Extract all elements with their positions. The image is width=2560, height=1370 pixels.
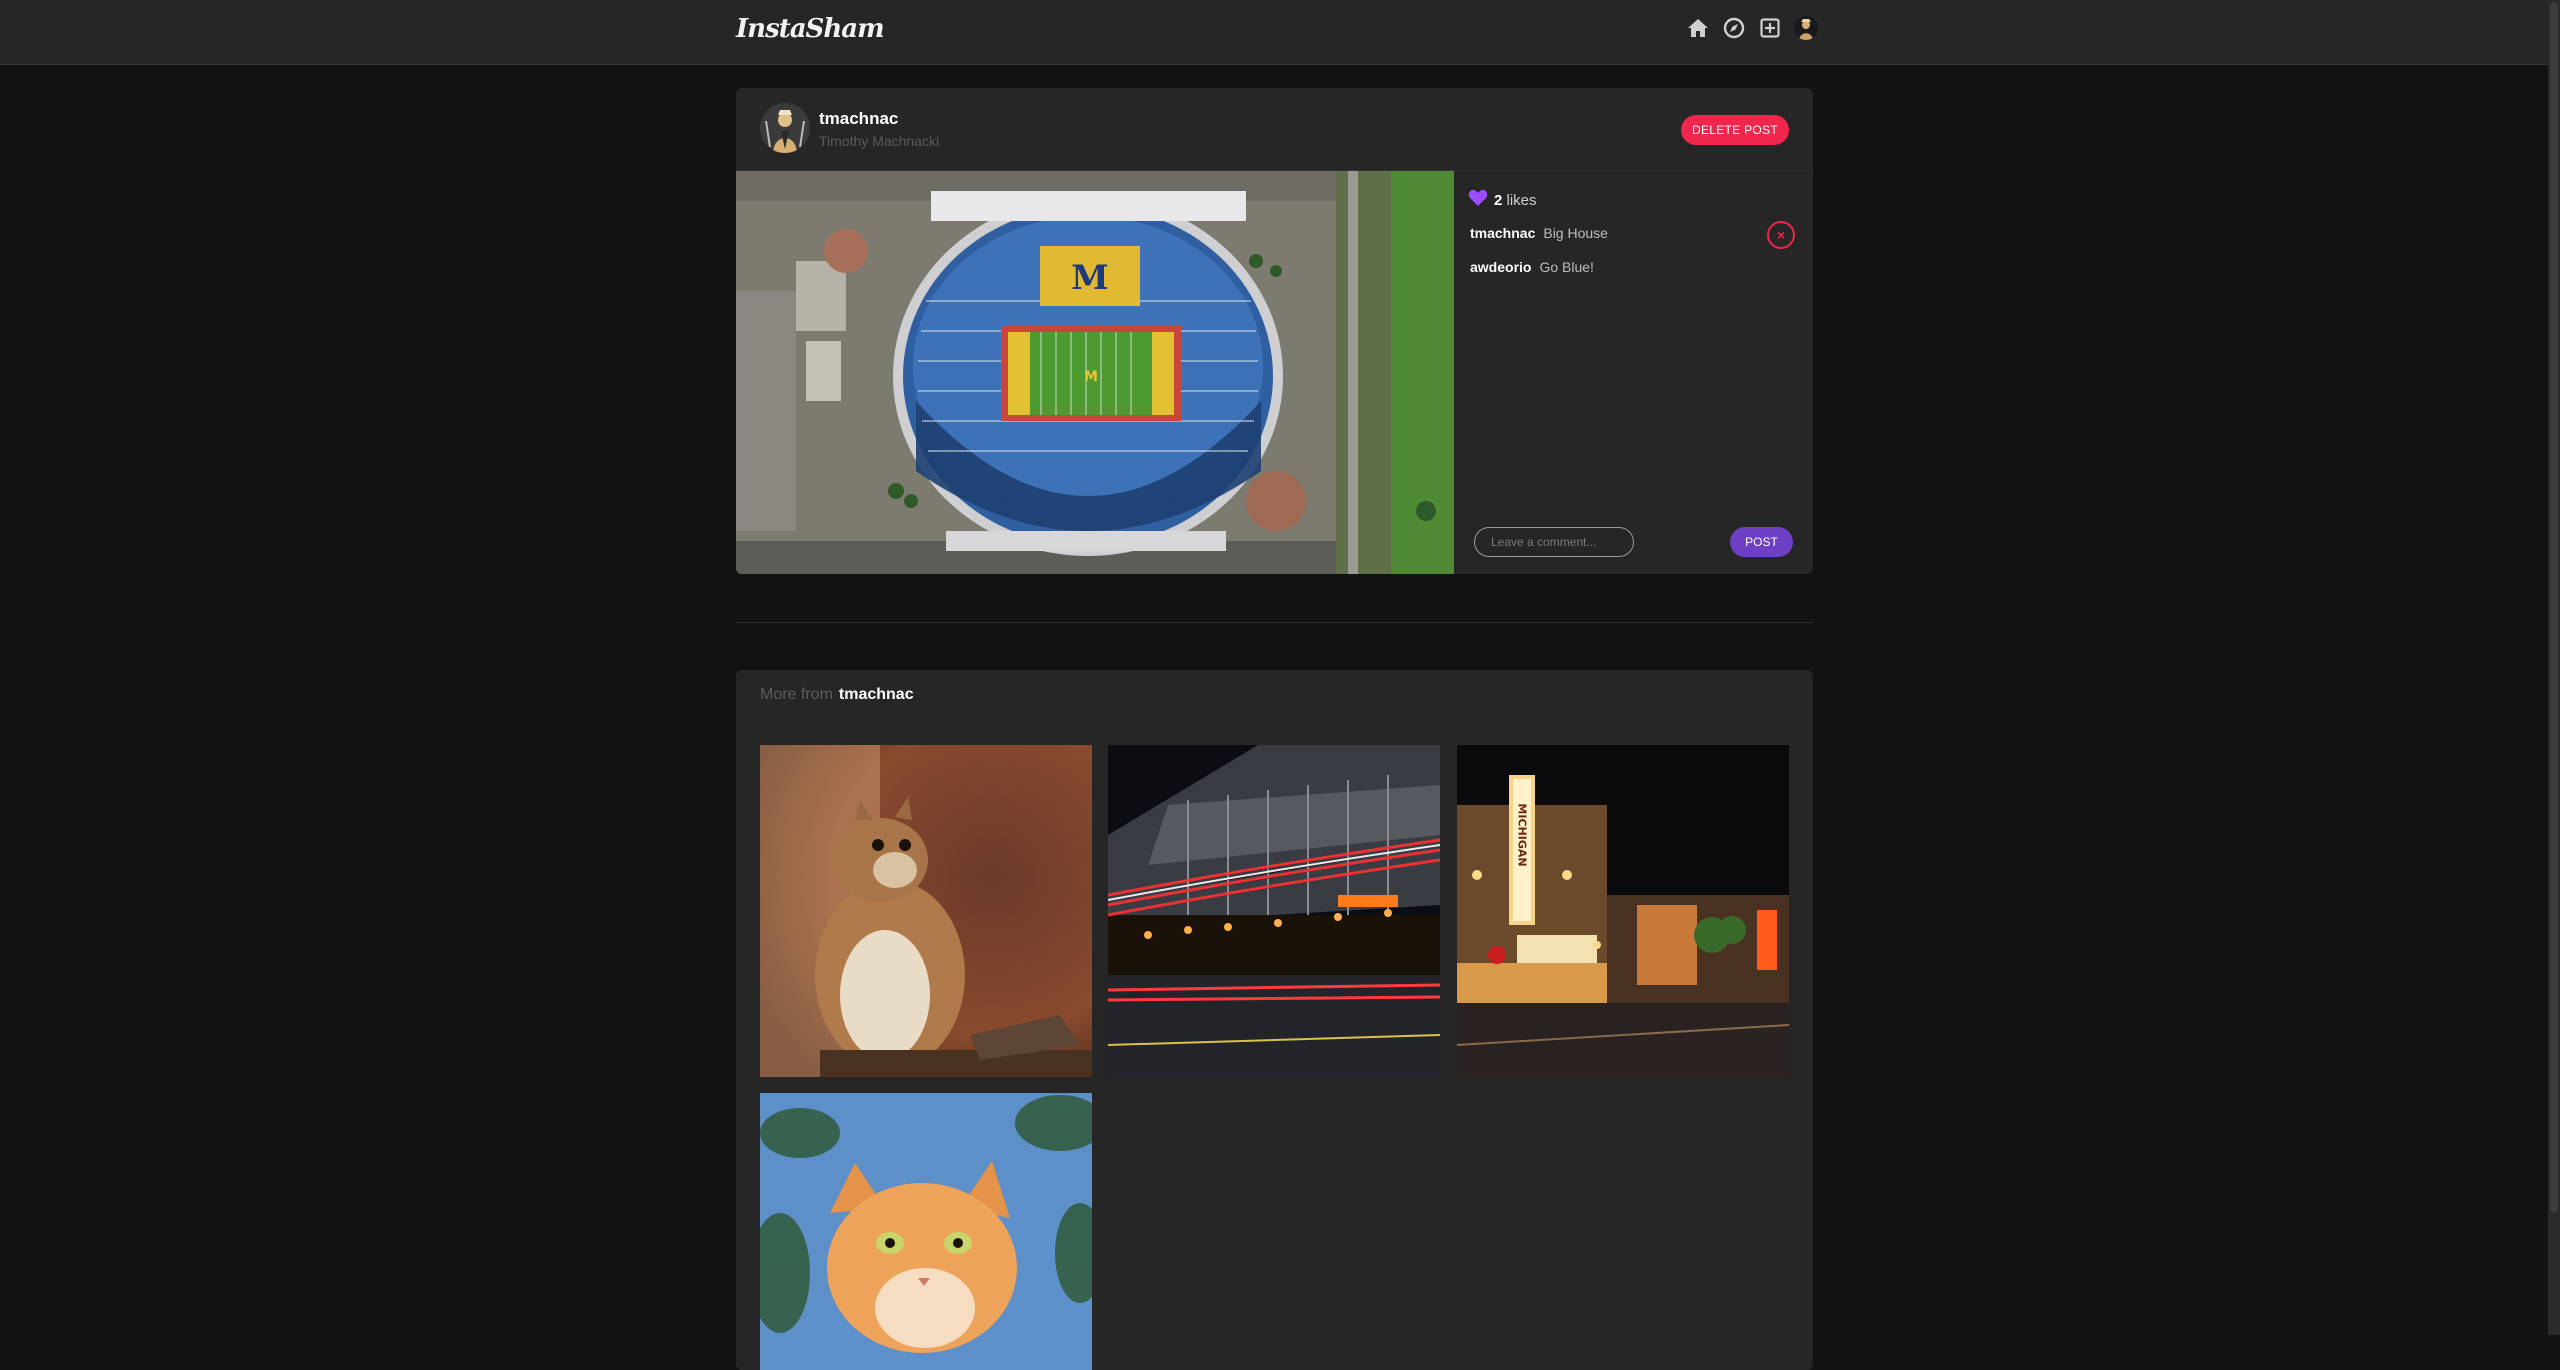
section-divider	[736, 622, 1813, 623]
svg-text:M: M	[1084, 369, 1098, 385]
comment-username[interactable]: awdeorio	[1470, 259, 1531, 275]
post-card: tmachnac Timothy Machnacki DELETE POST M…	[736, 88, 1813, 574]
top-navbar: InstaSham	[0, 0, 2548, 65]
post-comment-button[interactable]: POST	[1730, 527, 1793, 557]
thumbnail-cat[interactable]	[760, 1093, 1092, 1370]
likes-count: 2	[1494, 191, 1503, 209]
explore-icon[interactable]	[1722, 16, 1746, 40]
post-author-username[interactable]: tmachnac	[819, 109, 898, 129]
page-scrollbar[interactable]	[2548, 0, 2560, 1335]
likes-text: 2 likes	[1494, 192, 1537, 209]
heart-icon[interactable]	[1468, 189, 1488, 211]
comment-item: awdeorio Go Blue!	[1470, 259, 1594, 275]
likes-label: likes	[1506, 191, 1537, 209]
post-author-avatar[interactable]	[760, 103, 810, 153]
scrollbar-thumb[interactable]	[2550, 2, 2558, 1212]
close-icon: ×	[1776, 227, 1786, 243]
post-image[interactable]: M M	[736, 171, 1454, 574]
comment-username[interactable]: tmachnac	[1470, 225, 1535, 241]
post-author-fullname: Timothy Machnacki	[819, 133, 940, 149]
comment-input[interactable]	[1474, 527, 1634, 557]
post-header: tmachnac Timothy Machnacki DELETE POST	[736, 88, 1813, 171]
thumbnail-michigan-theater[interactable]: MICHIGAN	[1457, 745, 1789, 1077]
comment-item: tmachnac Big House	[1470, 225, 1608, 241]
profile-avatar[interactable]	[1794, 16, 1818, 40]
post-sidebar: 2 likes tmachnac Big House × awdeorio Go B…	[1454, 171, 1813, 574]
comment-text: Go Blue!	[1539, 259, 1594, 275]
home-icon[interactable]	[1686, 16, 1710, 40]
more-from-title: More from tmachnac	[760, 686, 914, 704]
thumbnail-squirrel[interactable]	[760, 745, 1092, 1077]
app-logo[interactable]: InstaSham	[736, 14, 885, 44]
delete-post-button[interactable]: DELETE POST	[1681, 115, 1789, 145]
more-from-section: More from tmachnac MICHIGAN	[736, 670, 1813, 1370]
more-from-prefix: More from	[760, 686, 833, 703]
more-from-username[interactable]: tmachnac	[839, 686, 914, 703]
thumbnail-bus-station[interactable]	[1108, 745, 1440, 1077]
svg-text:M: M	[1071, 258, 1109, 298]
likes-row: 2 likes	[1468, 189, 1537, 211]
new-post-icon[interactable]	[1758, 16, 1782, 40]
nav-icons	[1686, 16, 1818, 40]
comment-text: Big House	[1543, 225, 1608, 241]
svg-text:MICHIGAN: MICHIGAN	[1516, 803, 1529, 866]
delete-comment-button[interactable]: ×	[1767, 221, 1795, 249]
